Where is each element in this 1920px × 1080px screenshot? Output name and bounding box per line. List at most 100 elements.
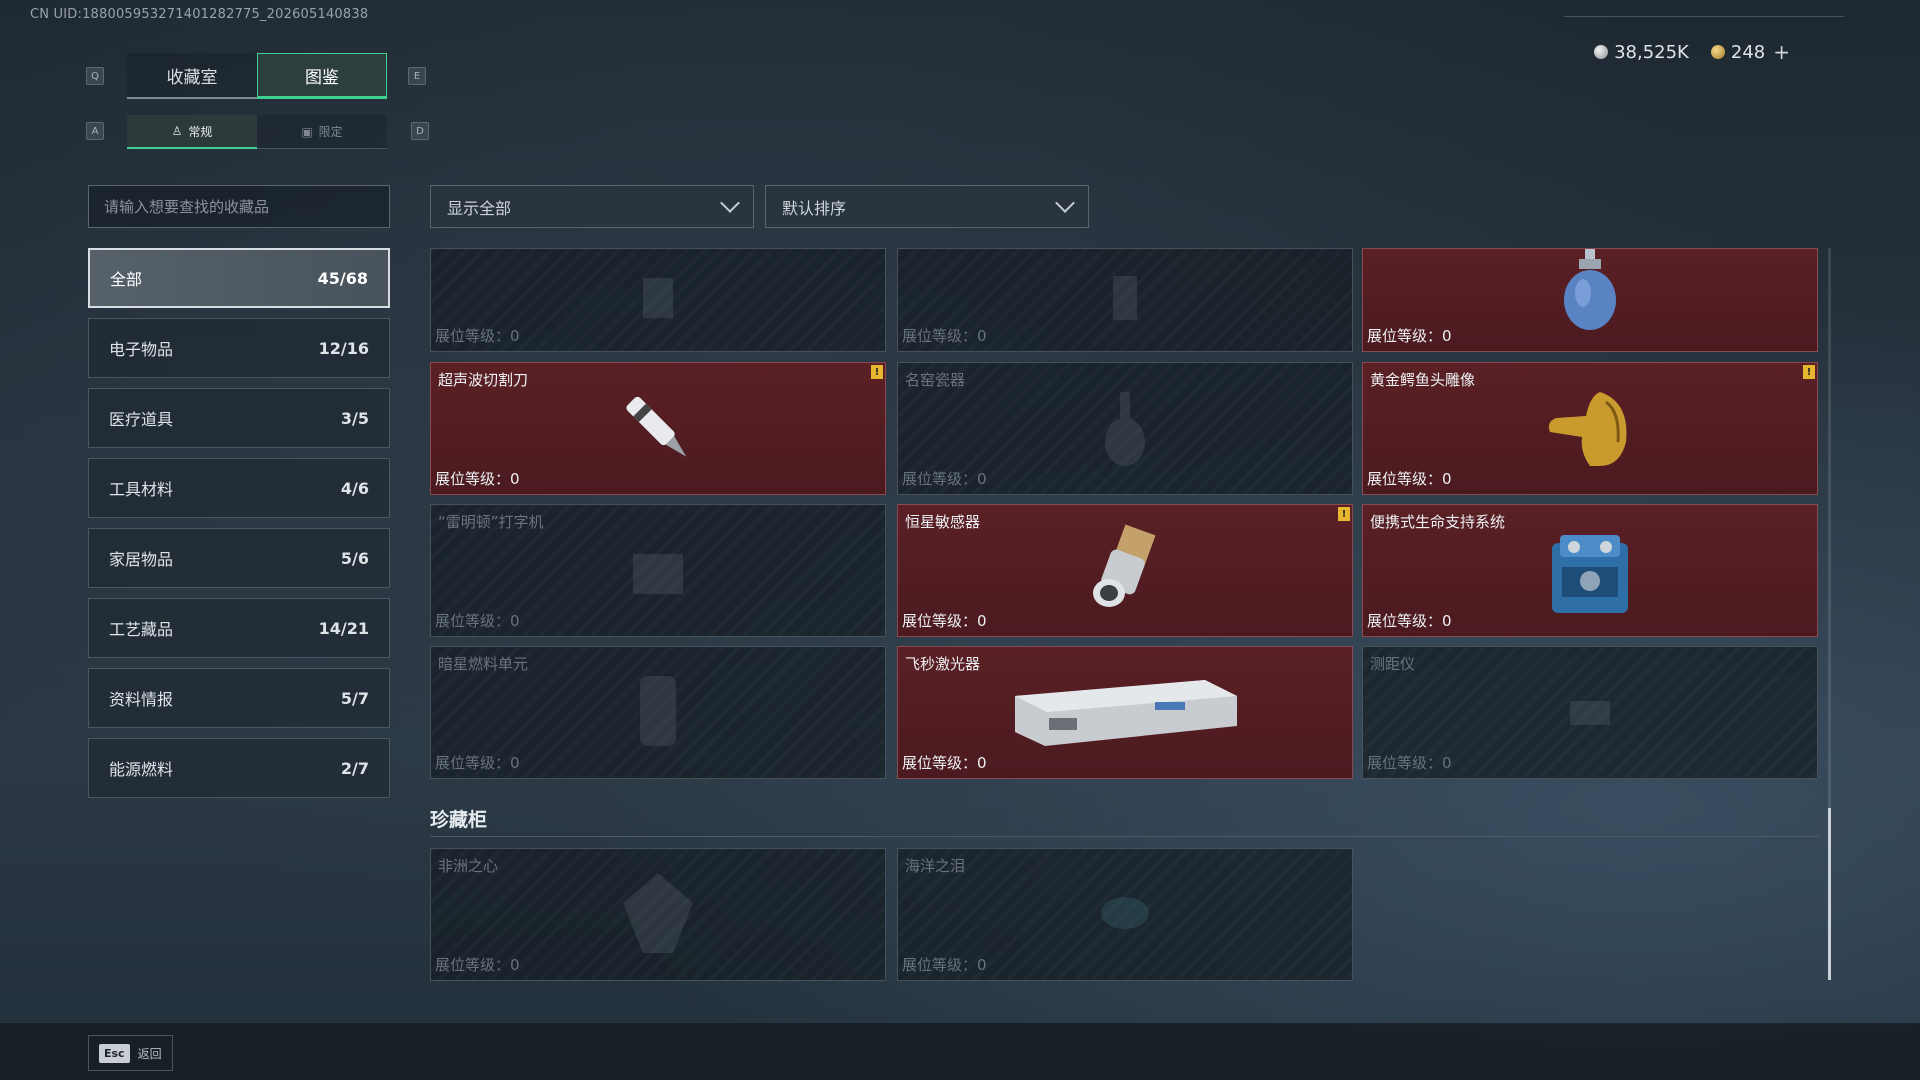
collection-card[interactable]: 恒星敏感器 ! 展位等级：0 xyxy=(897,504,1353,637)
collection-card[interactable]: 测距仪 展位等级：0 xyxy=(1362,646,1818,779)
collection-card[interactable]: 展位等级：0 xyxy=(897,248,1353,352)
category-count: 5/6 xyxy=(340,548,369,568)
category-fuel[interactable]: 能源燃料 2/7 xyxy=(88,738,390,798)
category-label: 医疗道具 xyxy=(109,410,174,429)
collection-card[interactable]: 便携式生命支持系统 展位等级：0 xyxy=(1362,504,1818,637)
item-silhouette-icon xyxy=(628,268,688,332)
collection-card[interactable]: 超声波切割刀 ! 展位等级：0 xyxy=(430,362,886,495)
scroll-thumb[interactable] xyxy=(1828,808,1831,980)
category-all[interactable]: 全部 45/68 xyxy=(88,248,390,308)
card-level: 展位等级：0 xyxy=(1367,754,1452,772)
rangefinder-icon xyxy=(1560,681,1620,745)
gold-currency: 248 + xyxy=(1710,40,1790,64)
card-level: 展位等级：0 xyxy=(435,327,520,345)
collection-card[interactable]: 展位等级：0 xyxy=(1362,248,1818,352)
tab-collection-room[interactable]: 收藏室 xyxy=(127,53,257,99)
sort-dropdown-value: 默认排序 xyxy=(782,198,847,218)
collection-card[interactable]: 名窑瓷器 展位等级：0 xyxy=(897,362,1353,495)
card-name: 便携式生命支持系统 xyxy=(1370,513,1506,531)
card-level: 展位等级：0 xyxy=(902,754,987,772)
category-list: 全部 45/68 电子物品 12/16 医疗道具 3/5 工具材料 4/6 家居物品 5/… xyxy=(88,248,390,808)
category-household[interactable]: 家居物品 5/6 xyxy=(88,528,390,588)
card-level: 展位等级：0 xyxy=(1367,327,1452,345)
esc-key-icon: Esc xyxy=(99,1043,130,1063)
femtosecond-laser-icon xyxy=(1005,666,1245,760)
add-currency-button[interactable]: + xyxy=(1773,40,1790,64)
category-medical[interactable]: 医疗道具 3/5 xyxy=(88,388,390,448)
fuel-cell-icon xyxy=(628,666,688,760)
ultrasonic-cutter-icon xyxy=(613,382,703,476)
category-count: 45/68 xyxy=(317,268,368,288)
life-support-icon xyxy=(1540,525,1640,629)
currency-bar: 38,525K 248 + xyxy=(1594,40,1790,64)
cabinet-card[interactable]: 海洋之泪 展位等级：0 xyxy=(897,848,1353,981)
alert-badge-icon: ! xyxy=(1803,365,1815,379)
star-sensor-icon xyxy=(1075,519,1175,623)
main-tabs: 收藏室 图鉴 xyxy=(127,53,387,99)
cabinet-card[interactable]: 非洲之心 展位等级：0 xyxy=(430,848,886,981)
alert-badge-icon: ! xyxy=(871,365,883,379)
card-level: 展位等级：0 xyxy=(435,612,520,630)
silver-amount: 38,525K xyxy=(1614,41,1689,63)
card-name: 暗星燃料单元 xyxy=(438,655,529,673)
card-name: 海洋之泪 xyxy=(905,857,966,875)
key-q-hint[interactable]: Q xyxy=(86,67,104,85)
card-name: “雷明顿”打字机 xyxy=(438,513,544,531)
key-e-hint[interactable]: E xyxy=(408,67,426,85)
section-divider xyxy=(430,836,1820,837)
diamond-icon xyxy=(618,868,698,962)
bottom-bar xyxy=(0,1023,1920,1080)
key-a-hint[interactable]: A xyxy=(86,122,104,140)
card-level: 展位等级：0 xyxy=(902,470,987,488)
key-d-hint[interactable]: D xyxy=(411,122,429,140)
section-title-cabinet: 珍藏柜 xyxy=(430,809,488,831)
subtab-regular[interactable]: ♙ 常规 xyxy=(127,115,257,149)
uid-label: CN UID:1880059532714012827​75_2026051408… xyxy=(30,7,369,22)
gold-amount: 248 xyxy=(1730,41,1766,63)
category-electronics[interactable]: 电子物品 12/16 xyxy=(88,318,390,378)
search-input[interactable] xyxy=(104,197,374,216)
silver-coin-icon xyxy=(1594,45,1609,59)
card-name: 非洲之心 xyxy=(438,857,499,875)
card-name: 飞秒激光器 xyxy=(905,655,981,673)
tab-codex[interactable]: 图鉴 xyxy=(257,53,387,99)
category-count: 14/21 xyxy=(318,618,369,638)
sort-dropdown[interactable]: 默认排序 xyxy=(765,185,1089,228)
silver-currency: 38,525K xyxy=(1594,42,1689,63)
category-tools[interactable]: 工具材料 4/6 xyxy=(88,458,390,518)
collection-card[interactable]: 黄金鳄鱼头雕像 ! 展位等级：0 xyxy=(1362,362,1818,495)
category-intel[interactable]: 资料情报 5/7 xyxy=(88,668,390,728)
card-level: 展位等级：0 xyxy=(1367,612,1452,630)
category-label: 工艺藏品 xyxy=(109,620,174,639)
category-count: 4/6 xyxy=(340,478,369,498)
card-name: 超声波切割刀 xyxy=(438,371,529,389)
collection-grid: 展位等级：0 展位等级：0 展位等级：0 超声波切割刀 ! 展位等级：0 名窑瓷… xyxy=(430,248,1820,983)
alert-badge-icon: ! xyxy=(1338,507,1350,521)
collection-card[interactable]: 暗星燃料单元 展位等级：0 xyxy=(430,646,886,779)
category-label: 电子物品 xyxy=(109,340,174,359)
category-count: 2/7 xyxy=(340,758,369,778)
chevron-down-icon xyxy=(1055,192,1075,213)
search-box xyxy=(88,185,390,228)
category-count: 12/16 xyxy=(318,338,369,358)
card-name: 测距仪 xyxy=(1370,655,1416,673)
subtab-regular-label: 常规 xyxy=(188,124,213,139)
grid-scrollbar[interactable] xyxy=(1828,248,1831,980)
card-level: 展位等级：0 xyxy=(435,470,520,488)
golden-crocodile-icon xyxy=(1540,382,1640,476)
gas-canister-icon xyxy=(1555,249,1625,339)
subtab-limited[interactable]: ▣ 限定 xyxy=(257,115,387,149)
card-level: 展位等级：0 xyxy=(902,612,987,630)
category-count: 3/5 xyxy=(340,408,369,428)
back-button[interactable]: Esc 返回 xyxy=(88,1035,173,1071)
collection-card[interactable]: 飞秒激光器 展位等级：0 xyxy=(897,646,1353,779)
card-level: 展位等级：0 xyxy=(902,327,987,345)
card-name: 黄金鳄鱼头雕像 xyxy=(1370,371,1476,389)
vase-icon xyxy=(1095,382,1155,476)
category-crafts[interactable]: 工艺藏品 14/21 xyxy=(88,598,390,658)
collection-card[interactable]: “雷明顿”打字机 展位等级：0 xyxy=(430,504,886,637)
gold-coin-icon xyxy=(1710,45,1725,59)
category-label: 家居物品 xyxy=(109,550,174,569)
filter-dropdown[interactable]: 显示全部 xyxy=(430,185,754,228)
collection-card[interactable]: 展位等级：0 xyxy=(430,248,886,352)
